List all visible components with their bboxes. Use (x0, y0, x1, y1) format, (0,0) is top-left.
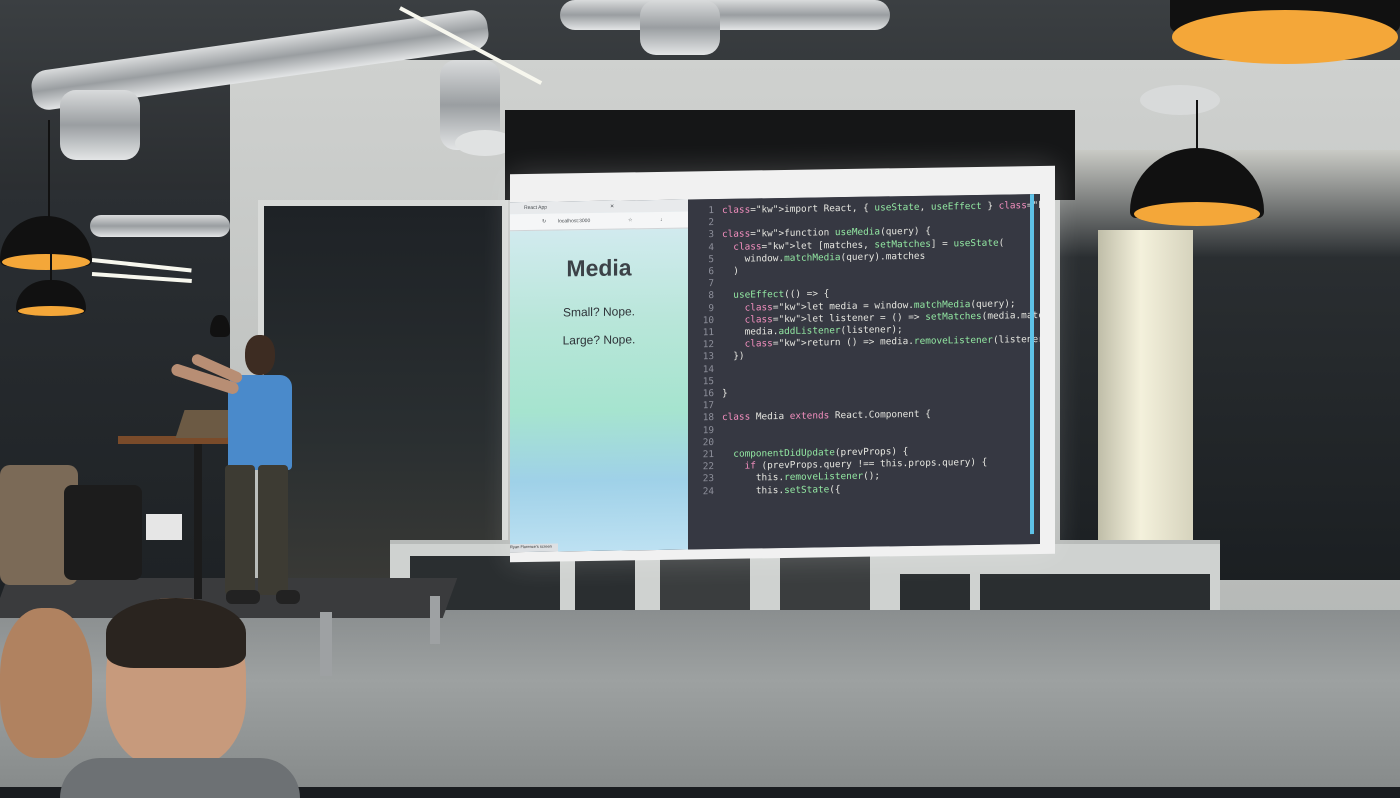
close-icon[interactable]: ✕ (610, 204, 614, 210)
line-number: 24 (702, 485, 714, 497)
line-number: 2 (708, 217, 714, 229)
code-text: this.setState({ (722, 483, 841, 497)
audience-shirt (60, 758, 300, 798)
browser-url[interactable]: localhost:3000 (558, 218, 590, 225)
lamp-glow (18, 306, 84, 316)
presenter-leg (225, 465, 255, 595)
line-number: 9 (708, 302, 714, 314)
download-icon[interactable]: ↓ (660, 217, 663, 223)
lamp-glow (1172, 10, 1398, 64)
line-number: 16 (702, 388, 714, 400)
line-number: 18 (702, 412, 714, 424)
line-number: 11 (702, 327, 714, 339)
office-chair (64, 485, 142, 580)
small-status: Small? Nope. (562, 304, 636, 320)
line-number: 6 (708, 266, 714, 278)
line-number: 22 (702, 461, 714, 473)
stage-leg (430, 596, 440, 644)
presenter-leg (258, 465, 288, 595)
editor-scrollbar[interactable] (1030, 194, 1034, 535)
status-tip: Ryan Florence's screen (510, 543, 558, 553)
pendant-lamp (210, 315, 230, 337)
line-number: 15 (702, 375, 714, 388)
ceiling-vent-right (1140, 85, 1220, 115)
code-text: }) (722, 350, 745, 363)
browser-url-bar[interactable]: ↻ localhost:3000 ☆ ↓ (510, 211, 688, 232)
stage-leg (320, 612, 332, 676)
lamp-cord (48, 120, 50, 220)
reload-icon[interactable]: ↻ (542, 219, 546, 225)
lamp-cord (50, 230, 52, 285)
line-number: 4 (708, 241, 714, 253)
code-text: this.removeListener(); (722, 470, 881, 485)
browser-preview: React App ✕ ↻ localhost:3000 ☆ ↓ Media S… (510, 199, 688, 553)
door-pane (780, 550, 870, 610)
audience-hair (106, 598, 246, 668)
star-icon[interactable]: ☆ (628, 217, 632, 223)
trash-bin (146, 514, 182, 540)
lamp-glow (1134, 202, 1260, 226)
presenter-head (245, 335, 275, 375)
presenter (169, 335, 300, 615)
air-duct-bend (640, 0, 720, 55)
line-number: 10 (702, 314, 714, 327)
code-editor: 1 class="kw">import React, { useState, us… (688, 193, 1040, 550)
line-number: 5 (708, 253, 714, 265)
code-text: useEffect(() => { (733, 288, 830, 302)
audience-member (60, 598, 300, 798)
line-number: 14 (702, 363, 714, 375)
line-number: 17 (702, 400, 714, 412)
line-number: 19 (702, 424, 714, 436)
air-duct-elbow (60, 90, 140, 160)
line-number: 12 (702, 339, 714, 351)
line-number: 7 (708, 278, 714, 290)
large-status: Large? Nope. (562, 332, 636, 348)
projector-screen: React App ✕ ↻ localhost:3000 ☆ ↓ Media S… (510, 165, 1055, 563)
line-number: 20 (702, 436, 714, 449)
projected-slide: React App ✕ ↻ localhost:3000 ☆ ↓ Media S… (510, 193, 1040, 553)
line-number: 23 (702, 473, 714, 485)
code-lines: 1 class="kw">import React, { useState, us… (688, 194, 1040, 497)
line-number: 8 (708, 290, 714, 302)
line-number: 3 (708, 229, 714, 241)
lamp-glow (2, 254, 90, 270)
line-number: 21 (702, 449, 714, 461)
browser-tab-title[interactable]: React App (524, 205, 547, 211)
code-text: ) (722, 265, 739, 277)
air-duct-top (560, 0, 890, 30)
line-number: 1 (708, 205, 714, 217)
air-duct-left (90, 215, 230, 237)
code-text: } (722, 387, 728, 399)
page-heading: Media (566, 254, 632, 282)
line-number: 13 (702, 351, 714, 363)
